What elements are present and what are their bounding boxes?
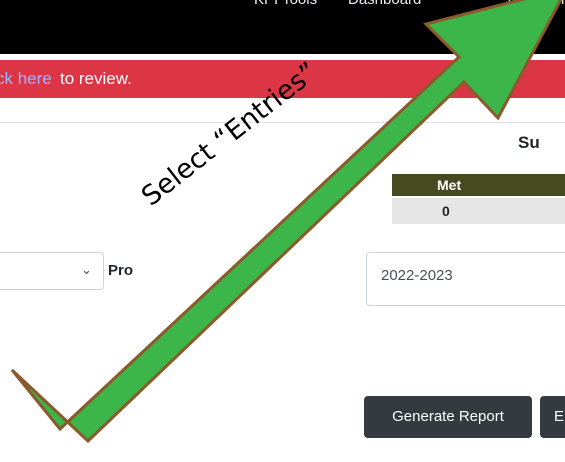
arrow-icon bbox=[10, 0, 563, 444]
annotation-arrow bbox=[10, 0, 563, 444]
